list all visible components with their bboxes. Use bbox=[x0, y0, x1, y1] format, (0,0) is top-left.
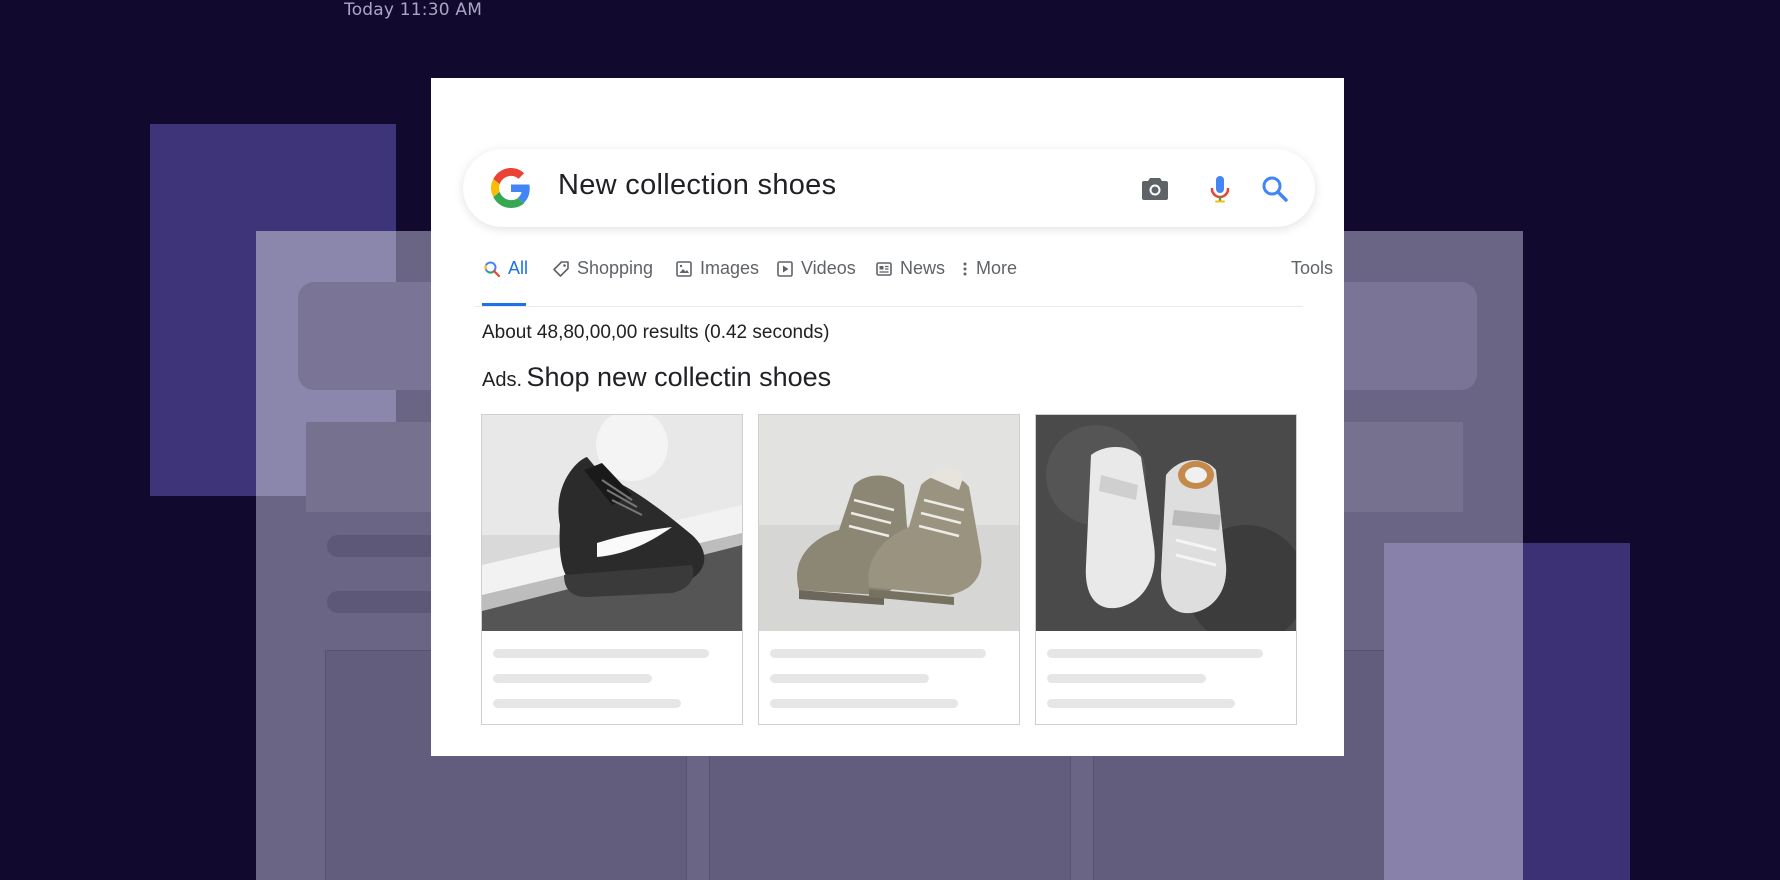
product-card[interactable] bbox=[1035, 414, 1297, 725]
search-results-card: New collection shoes All Shopping Images… bbox=[431, 78, 1344, 756]
result-stats: About 48,80,00,00 results (0.42 seconds) bbox=[482, 322, 830, 343]
product-image-black-sneaker bbox=[482, 415, 742, 631]
skeleton-line bbox=[1047, 699, 1235, 708]
camera-icon[interactable] bbox=[1139, 173, 1171, 205]
skeleton-line bbox=[770, 699, 958, 708]
tab-images[interactable]: Images bbox=[675, 258, 759, 279]
skeleton-line bbox=[493, 649, 709, 658]
search-tabs: All Shopping Images Videos News More Too… bbox=[475, 258, 1333, 286]
product-card[interactable] bbox=[758, 414, 1020, 725]
play-icon bbox=[777, 260, 793, 277]
ads-heading: Ads. Shop new collectin shoes bbox=[482, 362, 831, 393]
tab-videos[interactable]: Videos bbox=[776, 258, 856, 279]
tag-icon bbox=[553, 260, 569, 277]
search-icon[interactable] bbox=[1259, 173, 1291, 205]
tab-shopping-label: Shopping bbox=[577, 258, 654, 278]
tab-tools[interactable]: Tools bbox=[1291, 258, 1333, 279]
timestamp: Today 11:30 AM bbox=[344, 0, 483, 20]
product-image-white-high-tops bbox=[1036, 415, 1296, 631]
tab-all-label: All bbox=[508, 258, 529, 278]
search-bar[interactable]: New collection shoes bbox=[463, 149, 1315, 227]
tabs-divider bbox=[475, 306, 1303, 307]
tab-news-label: News bbox=[900, 258, 946, 278]
tab-all[interactable]: All bbox=[483, 258, 528, 279]
skeleton-line bbox=[770, 649, 986, 658]
more-vertical-icon bbox=[963, 262, 967, 275]
image-icon bbox=[676, 260, 692, 277]
microphone-icon[interactable] bbox=[1204, 173, 1236, 205]
tab-shopping[interactable]: Shopping bbox=[552, 258, 653, 279]
tab-images-label: Images bbox=[700, 258, 760, 278]
skeleton-line bbox=[1047, 649, 1263, 658]
ads-title[interactable]: Shop new collectin shoes bbox=[526, 362, 831, 392]
skeleton-line bbox=[1047, 674, 1206, 683]
skeleton-line bbox=[493, 674, 652, 683]
tab-tools-label: Tools bbox=[1291, 258, 1334, 278]
skeleton-line bbox=[770, 674, 929, 683]
product-image-beige-boots bbox=[759, 415, 1019, 631]
tab-news[interactable]: News bbox=[875, 258, 945, 279]
google-g-icon bbox=[491, 168, 530, 208]
bg-block-purple-right-overlap bbox=[1384, 543, 1523, 880]
tab-more[interactable]: More bbox=[961, 258, 1017, 279]
tab-more-label: More bbox=[976, 258, 1018, 278]
search-icon bbox=[484, 261, 501, 277]
tab-videos-label: Videos bbox=[801, 258, 856, 278]
product-card[interactable] bbox=[481, 414, 743, 725]
search-input[interactable]: New collection shoes bbox=[558, 169, 836, 202]
ads-label: Ads. bbox=[482, 369, 523, 391]
skeleton-line bbox=[493, 699, 681, 708]
newspaper-icon bbox=[876, 261, 892, 276]
